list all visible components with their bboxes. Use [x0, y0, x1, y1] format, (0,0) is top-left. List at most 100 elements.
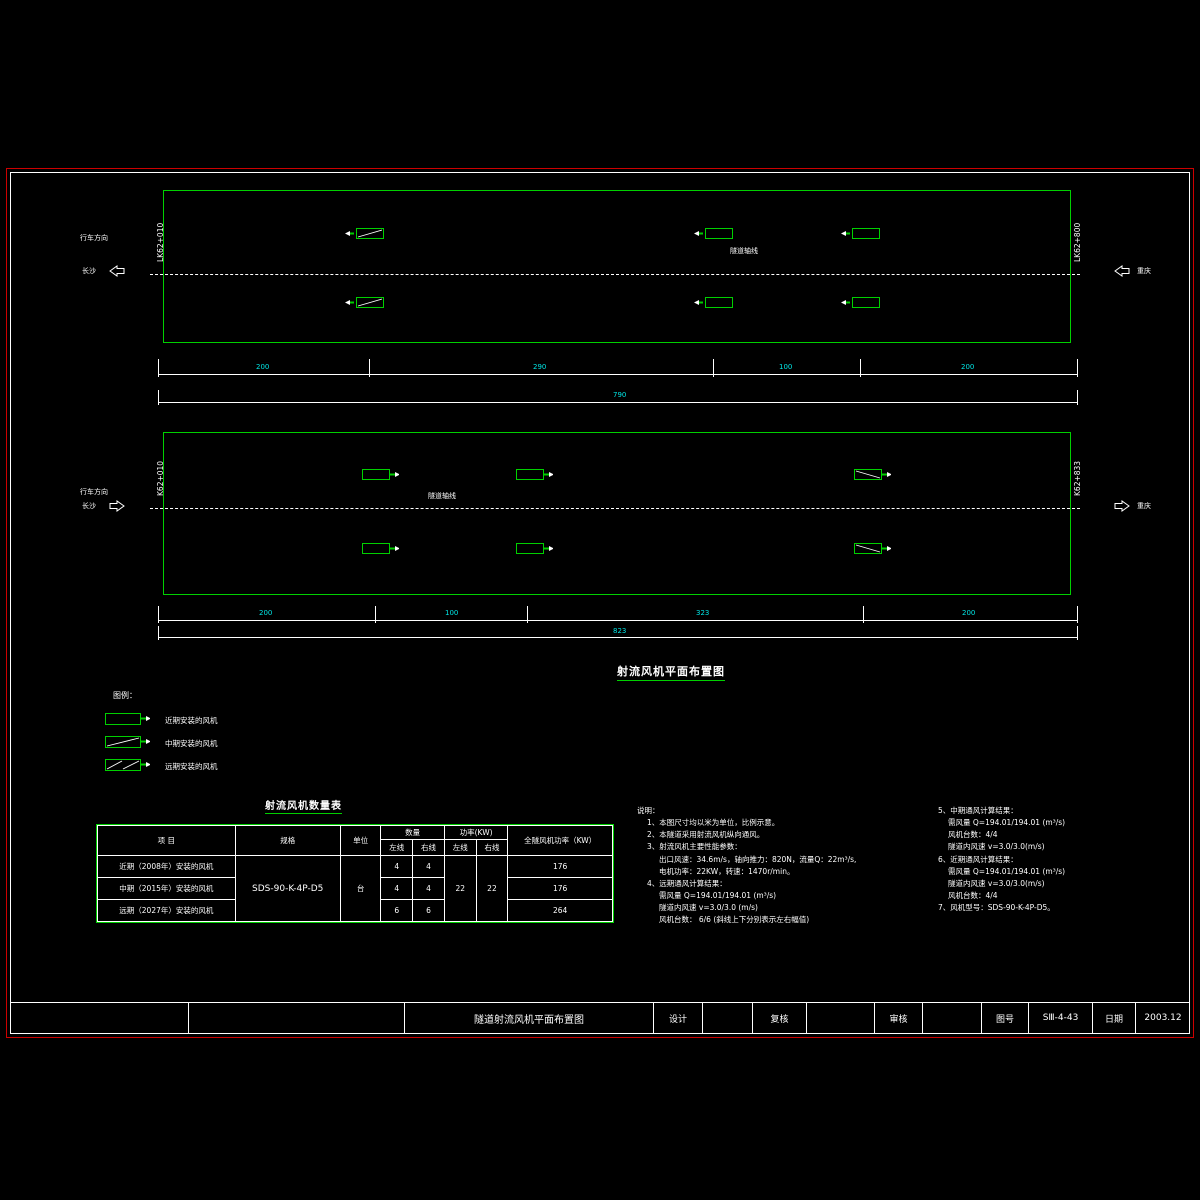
- note-line-3: 3、射流风机主要性能参数：: [647, 842, 742, 852]
- titleblock-div-1: [188, 1002, 189, 1034]
- titleblock-approve-value[interactable]: [923, 1003, 981, 1033]
- dim-tick: [158, 626, 159, 640]
- titleblock-approve-label: 审核: [889, 1014, 908, 1025]
- right-tunnel-axis-label: 隧道轴线: [428, 492, 456, 500]
- th-qty-right: 右线: [412, 839, 445, 856]
- th-power-right: 右线: [475, 839, 509, 856]
- th-item: 项 目: [97, 825, 236, 856]
- legend-title: 图例：: [113, 691, 137, 700]
- fan-mid-term: [356, 228, 384, 239]
- dim-tick: [863, 606, 864, 623]
- right-tunnel-station-start: K62+010: [156, 460, 165, 496]
- titleblock-review-label: 复核: [770, 1014, 789, 1025]
- notes-left-column: 说明： 1、本图尺寸均以米为单位，比例示意。 2、本隧道采用射流风机纵向通风。 …: [637, 805, 856, 926]
- right-dim-seg-3: 323: [696, 609, 710, 617]
- fan-near-term: [362, 469, 390, 480]
- legend-symbol-far-term: [105, 759, 141, 771]
- row-qty-left-mid: 4: [380, 877, 414, 900]
- fan-near-term: [852, 228, 880, 239]
- right-tunnel-direction-label: 行车方向: [80, 488, 108, 496]
- dim-tick: [860, 359, 861, 377]
- fan-arrow-right-icon: [882, 546, 891, 551]
- note-line-12: 风机台数：4/4: [948, 830, 998, 840]
- right-arrow-east-icon-2: [1114, 500, 1130, 512]
- fan-mid-term: [356, 297, 384, 308]
- left-tunnel-dest-right: 重庆: [1137, 267, 1151, 275]
- titleblock-review-value[interactable]: [807, 1003, 874, 1033]
- left-tunnel-axis-label: 隧道轴线: [730, 247, 758, 255]
- fan-arrow-right-icon: [882, 472, 891, 477]
- notes-heading: 说明：: [637, 806, 660, 815]
- left-dim-seg-1: 200: [256, 363, 270, 371]
- th-qty: 数量: [380, 825, 445, 840]
- titleblock-drawing-name: 隧道射流风机平面布置图: [474, 1014, 584, 1026]
- fan-near-term: [362, 543, 390, 554]
- table-header-row: 项 目 规格 单位 数量 功率(KW) 全隧风机功率（KW）: [97, 825, 613, 856]
- right-tunnel-station-end: K62+833: [1073, 460, 1082, 496]
- note-line-13: 隧道内风速 v=3.0/3.0(m/s): [948, 842, 1045, 852]
- fan-arrow-right-icon: [544, 546, 553, 551]
- notes-right-column: 5、中期通风计算结果： 需风量 Q=194.01/194.01 (m³/s) 风…: [938, 805, 1065, 914]
- titleblock-design-value[interactable]: [703, 1003, 752, 1033]
- left-arrow-west-icon-2: [1114, 265, 1130, 277]
- fan-arrow-left-icon: [345, 300, 354, 305]
- th-power: 功率(KW): [443, 825, 509, 840]
- titleblock-bottom-rule: [10, 1033, 1190, 1034]
- fan-arrow-right-icon: [390, 546, 399, 551]
- right-dim-total: 823: [613, 627, 627, 635]
- right-tunnel-outline: [163, 432, 1071, 595]
- row-qty-right-far: 6: [412, 899, 445, 922]
- cell-spec-value: SDS-90-K-4P-D5: [234, 855, 341, 922]
- fan-arrow-right-icon: [390, 472, 399, 477]
- table-row: 近期（2008年）安装的风机 SDS-90-K-4P-D5 台 4 4 22 2…: [97, 855, 613, 922]
- left-tunnel-centerline: [150, 274, 1080, 275]
- left-tunnel-station-start: LK62+010: [156, 222, 165, 262]
- dim-tick: [713, 359, 714, 377]
- th-qty-left: 左线: [380, 839, 414, 856]
- titleblock-date-label: 日期: [1104, 1014, 1123, 1025]
- row-qty-right-mid: 4: [412, 877, 445, 900]
- note-line-4: 出口风速：34.6m/s，轴向推力：820N，流量Q：22m³/s,: [659, 854, 857, 864]
- row-item-near: 近期（2008年）安装的风机: [97, 855, 236, 878]
- th-power-left: 左线: [443, 839, 477, 856]
- dim-tick: [369, 359, 370, 377]
- dim-tick: [1077, 626, 1078, 640]
- left-dim-seg-3: 100: [779, 363, 793, 371]
- fan-near-term: [516, 469, 544, 480]
- legend-label-mid-term: 中期安装的风机: [165, 739, 218, 748]
- note-line-18: 7、风机型号：SDS-90-K-4P-D5。: [938, 903, 1055, 913]
- fan-arrow-right-icon: [544, 472, 553, 477]
- note-line-15: 需风量 Q=194.01/194.01 (m³/s): [948, 866, 1066, 876]
- fan-arrow-left-icon: [345, 231, 354, 236]
- row-total-far: 264: [507, 899, 613, 922]
- fan-mid-term: [854, 543, 882, 554]
- note-line-8: 隧道内风速 v=3.0/3.0 (m/s): [659, 903, 758, 913]
- fan-arrow-left-icon: [841, 231, 850, 236]
- th-unit: 单位: [339, 825, 382, 856]
- titleblock-number-value: SⅢ-4-43: [1042, 1013, 1079, 1023]
- titleblock-number-label: 图号: [995, 1014, 1014, 1025]
- row-qty-left-near: 4: [380, 855, 414, 878]
- fan-near-term: [852, 297, 880, 308]
- row-item-mid: 中期（2015年）安装的风机: [97, 877, 236, 900]
- legend-symbol-mid-term: [105, 736, 141, 748]
- right-tunnel-centerline: [150, 508, 1080, 509]
- fan-arrow-right-icon: [141, 739, 150, 744]
- left-tunnel-dest-left: 长沙: [82, 267, 96, 275]
- row-qty-right-near: 4: [412, 855, 445, 878]
- right-dim-seg-4: 200: [962, 609, 976, 617]
- th-spec: 规格: [234, 825, 341, 856]
- fan-arrow-left-icon: [841, 300, 850, 305]
- note-line-14: 6、近期通风计算结果：: [938, 854, 1018, 864]
- note-line-10: 5、中期通风计算结果：: [938, 806, 1018, 815]
- left-dim-seg-2: 290: [533, 363, 547, 371]
- cell-unit-value: 台: [339, 855, 382, 922]
- legend-symbol-near-term: [105, 713, 141, 725]
- left-tunnel-outline: [163, 190, 1071, 343]
- left-dim-total-line: [158, 402, 1077, 403]
- right-dim-seg-1: 200: [259, 609, 273, 617]
- right-tunnel-dest-left: 长沙: [82, 502, 96, 510]
- row-total-mid: 176: [507, 877, 613, 900]
- fan-near-term: [705, 228, 733, 239]
- fan-near-term: [516, 543, 544, 554]
